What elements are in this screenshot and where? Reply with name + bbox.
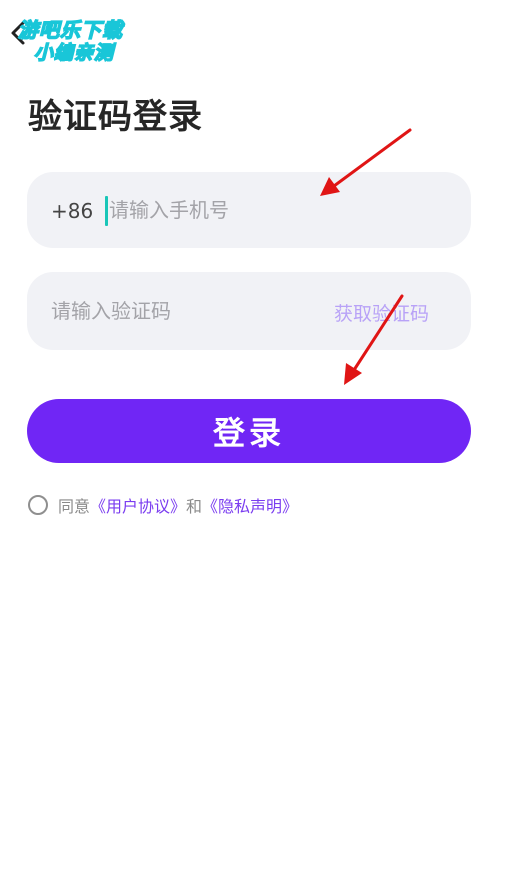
login-button[interactable]: 登录 (27, 399, 471, 463)
watermark-line-1: 游吧乐下载 (17, 17, 123, 42)
page-title: 验证码登录 (28, 97, 203, 137)
watermark-line-2: 小编亲测 (33, 41, 115, 64)
chevron-left-icon (11, 21, 25, 45)
radio-unchecked-icon[interactable] (28, 495, 48, 515)
agreement-conjunction: 和 (186, 497, 203, 516)
verification-code-input[interactable] (51, 291, 311, 331)
agreement-prefix: 同意 (58, 497, 91, 516)
code-field-container: 获取验证码 (27, 272, 471, 350)
get-code-button[interactable]: 获取验证码 (334, 299, 429, 326)
phone-field-container: +86 (27, 172, 471, 248)
agreement-row: 同意 《用户协议》 和 《隐私声明》 (28, 493, 298, 517)
back-button[interactable] (8, 20, 30, 46)
user-agreement-link[interactable]: 《用户协议》 (90, 493, 186, 517)
privacy-statement-link[interactable]: 《隐私声明》 (202, 493, 298, 517)
watermark-logo: 游吧乐下载 小编亲测 (14, 12, 154, 64)
phone-input[interactable] (109, 190, 429, 230)
country-code-prefix: +86 (51, 199, 94, 223)
text-caret (105, 196, 108, 226)
